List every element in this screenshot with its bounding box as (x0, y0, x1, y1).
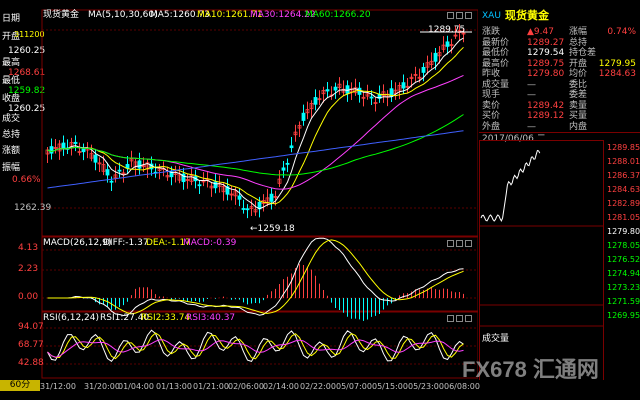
intraday-price-tick: 1269.95 (607, 311, 640, 320)
candle-body (285, 162, 290, 165)
intraday-price-tick: 1273.23 (607, 283, 640, 292)
candle-body (81, 148, 86, 153)
symbol-code: XAU (482, 11, 501, 21)
main-chart[interactable] (0, 0, 478, 390)
time-axis-label: 31/20:00 (84, 382, 120, 391)
chart-title: 现货黄金 (43, 10, 80, 20)
quote-value: — (527, 121, 536, 132)
intraday-price-tick: 1279.80 (607, 227, 640, 236)
rsi-label: RSI(6,12,24) (43, 313, 99, 323)
rsi2-value: RSI2:33.74 (141, 313, 191, 323)
ma60-value: MA60:1266.20 (305, 10, 371, 20)
ma60-line (47, 114, 464, 176)
candle-body (73, 141, 78, 144)
close-icon[interactable] (465, 12, 472, 19)
candle-body (105, 169, 110, 176)
macd-value: MACD:-0.39 (183, 238, 237, 248)
window-control-icon[interactable] (456, 315, 463, 322)
macd-tick: 4.13 (18, 243, 39, 253)
divider (479, 132, 640, 133)
time-axis-label: 02/22:00 (300, 382, 336, 391)
volume-label: 成交量 (482, 334, 510, 344)
moving-average-lines (47, 37, 464, 210)
window-control-icon[interactable] (447, 315, 454, 322)
time-axis-label: 31/12:00 (40, 382, 76, 391)
time-axis-label: 05/23:00 (408, 382, 444, 391)
close-icon[interactable] (465, 315, 472, 322)
candle-body (137, 160, 142, 169)
intraday-price-line (480, 149, 541, 223)
period-button[interactable]: 60分 (0, 380, 40, 391)
symbol-name: 现货黄金 (505, 9, 549, 22)
macd-tick: 0.00 (18, 292, 39, 302)
window-control-icon[interactable] (456, 240, 463, 247)
candle-body (61, 142, 66, 150)
ma10-line (47, 46, 464, 205)
candle-body (213, 181, 218, 189)
macd-label: MACD(26,12,9) (43, 238, 112, 248)
intraday-price-path (480, 149, 541, 223)
candle-body (281, 167, 286, 171)
candle-body (117, 169, 122, 172)
window-control-icon[interactable] (456, 12, 463, 19)
candle-body (197, 184, 202, 187)
candle-body (289, 145, 294, 149)
candlestick-series (45, 24, 466, 219)
candle-body (241, 208, 246, 210)
quote-header: XAU 现货黄金 (479, 8, 640, 24)
time-axis-label: 01/04:00 (118, 382, 154, 391)
candle-body (269, 193, 274, 202)
candle-body (245, 208, 250, 211)
price-high-label: 1289.75 (428, 25, 466, 35)
time-axis-label: 01/13:00 (156, 382, 192, 391)
watermark-logo: FX678 汇通网 (462, 357, 599, 382)
intraday-price-tick: 1284.63 (607, 185, 640, 194)
candle-body (313, 97, 318, 105)
candle-body (325, 89, 330, 92)
rsi-tick: 42.88 (18, 358, 44, 368)
rsi-tick: 68.77 (18, 340, 44, 350)
candle-body (237, 195, 242, 200)
close-icon[interactable] (465, 240, 472, 247)
intraday-price-tick: 1288.01 (607, 157, 640, 166)
intraday-price-tick: 1276.52 (607, 255, 640, 264)
macd-diff: DIFF:-1.37 (103, 238, 149, 248)
candle-body (333, 86, 338, 91)
candle-body (109, 180, 114, 183)
intraday-price-tick: 1271.59 (607, 297, 640, 306)
quote-row: 外盘 — 内盘 (479, 121, 639, 133)
intraday-price-tick: 1274.94 (607, 269, 640, 278)
candle-body (49, 146, 54, 154)
intraday-price-tick: 1289.85 (607, 143, 640, 152)
quote-label: 外盘 (482, 121, 501, 132)
price-low-label: ←1259.18 (250, 224, 295, 234)
candle-body (433, 52, 438, 62)
time-axis-label: 01/21:00 (193, 382, 229, 391)
time-axis-label: 05/15:00 (372, 382, 408, 391)
time-axis-label: 05/07:00 (336, 382, 372, 391)
candle-body (421, 67, 426, 73)
intraday-price-tick: 1278.05 (607, 241, 640, 250)
intraday-price-tick: 1282.89 (607, 199, 640, 208)
time-axis-label: 02/06:00 (228, 382, 264, 391)
candle-body (93, 154, 98, 163)
rsi-tick: 94.07 (18, 322, 44, 332)
candle-body (345, 85, 350, 94)
rsi3-value: RSI3:40.37 (186, 313, 236, 323)
intraday-price-tick: 1286.37 (607, 171, 640, 180)
macd-tick: 2.23 (18, 264, 39, 274)
price-tick-label: 1262.39 (14, 203, 52, 213)
time-axis-label: 06/08:00 (444, 382, 480, 391)
ma-params: MA(5,10,30,60) (88, 10, 158, 20)
quote-label: 内盘 (569, 121, 588, 132)
candle-body (445, 41, 450, 47)
ma-extra-line (47, 130, 464, 189)
time-axis-label: 02/14:00 (263, 382, 299, 391)
candle-body (401, 82, 406, 89)
window-control-icon[interactable] (447, 240, 454, 247)
candle-body (369, 96, 374, 99)
window-control-icon[interactable] (447, 12, 454, 19)
candle-body (301, 112, 306, 121)
intraday-price-tick: 1281.05 (607, 213, 640, 222)
